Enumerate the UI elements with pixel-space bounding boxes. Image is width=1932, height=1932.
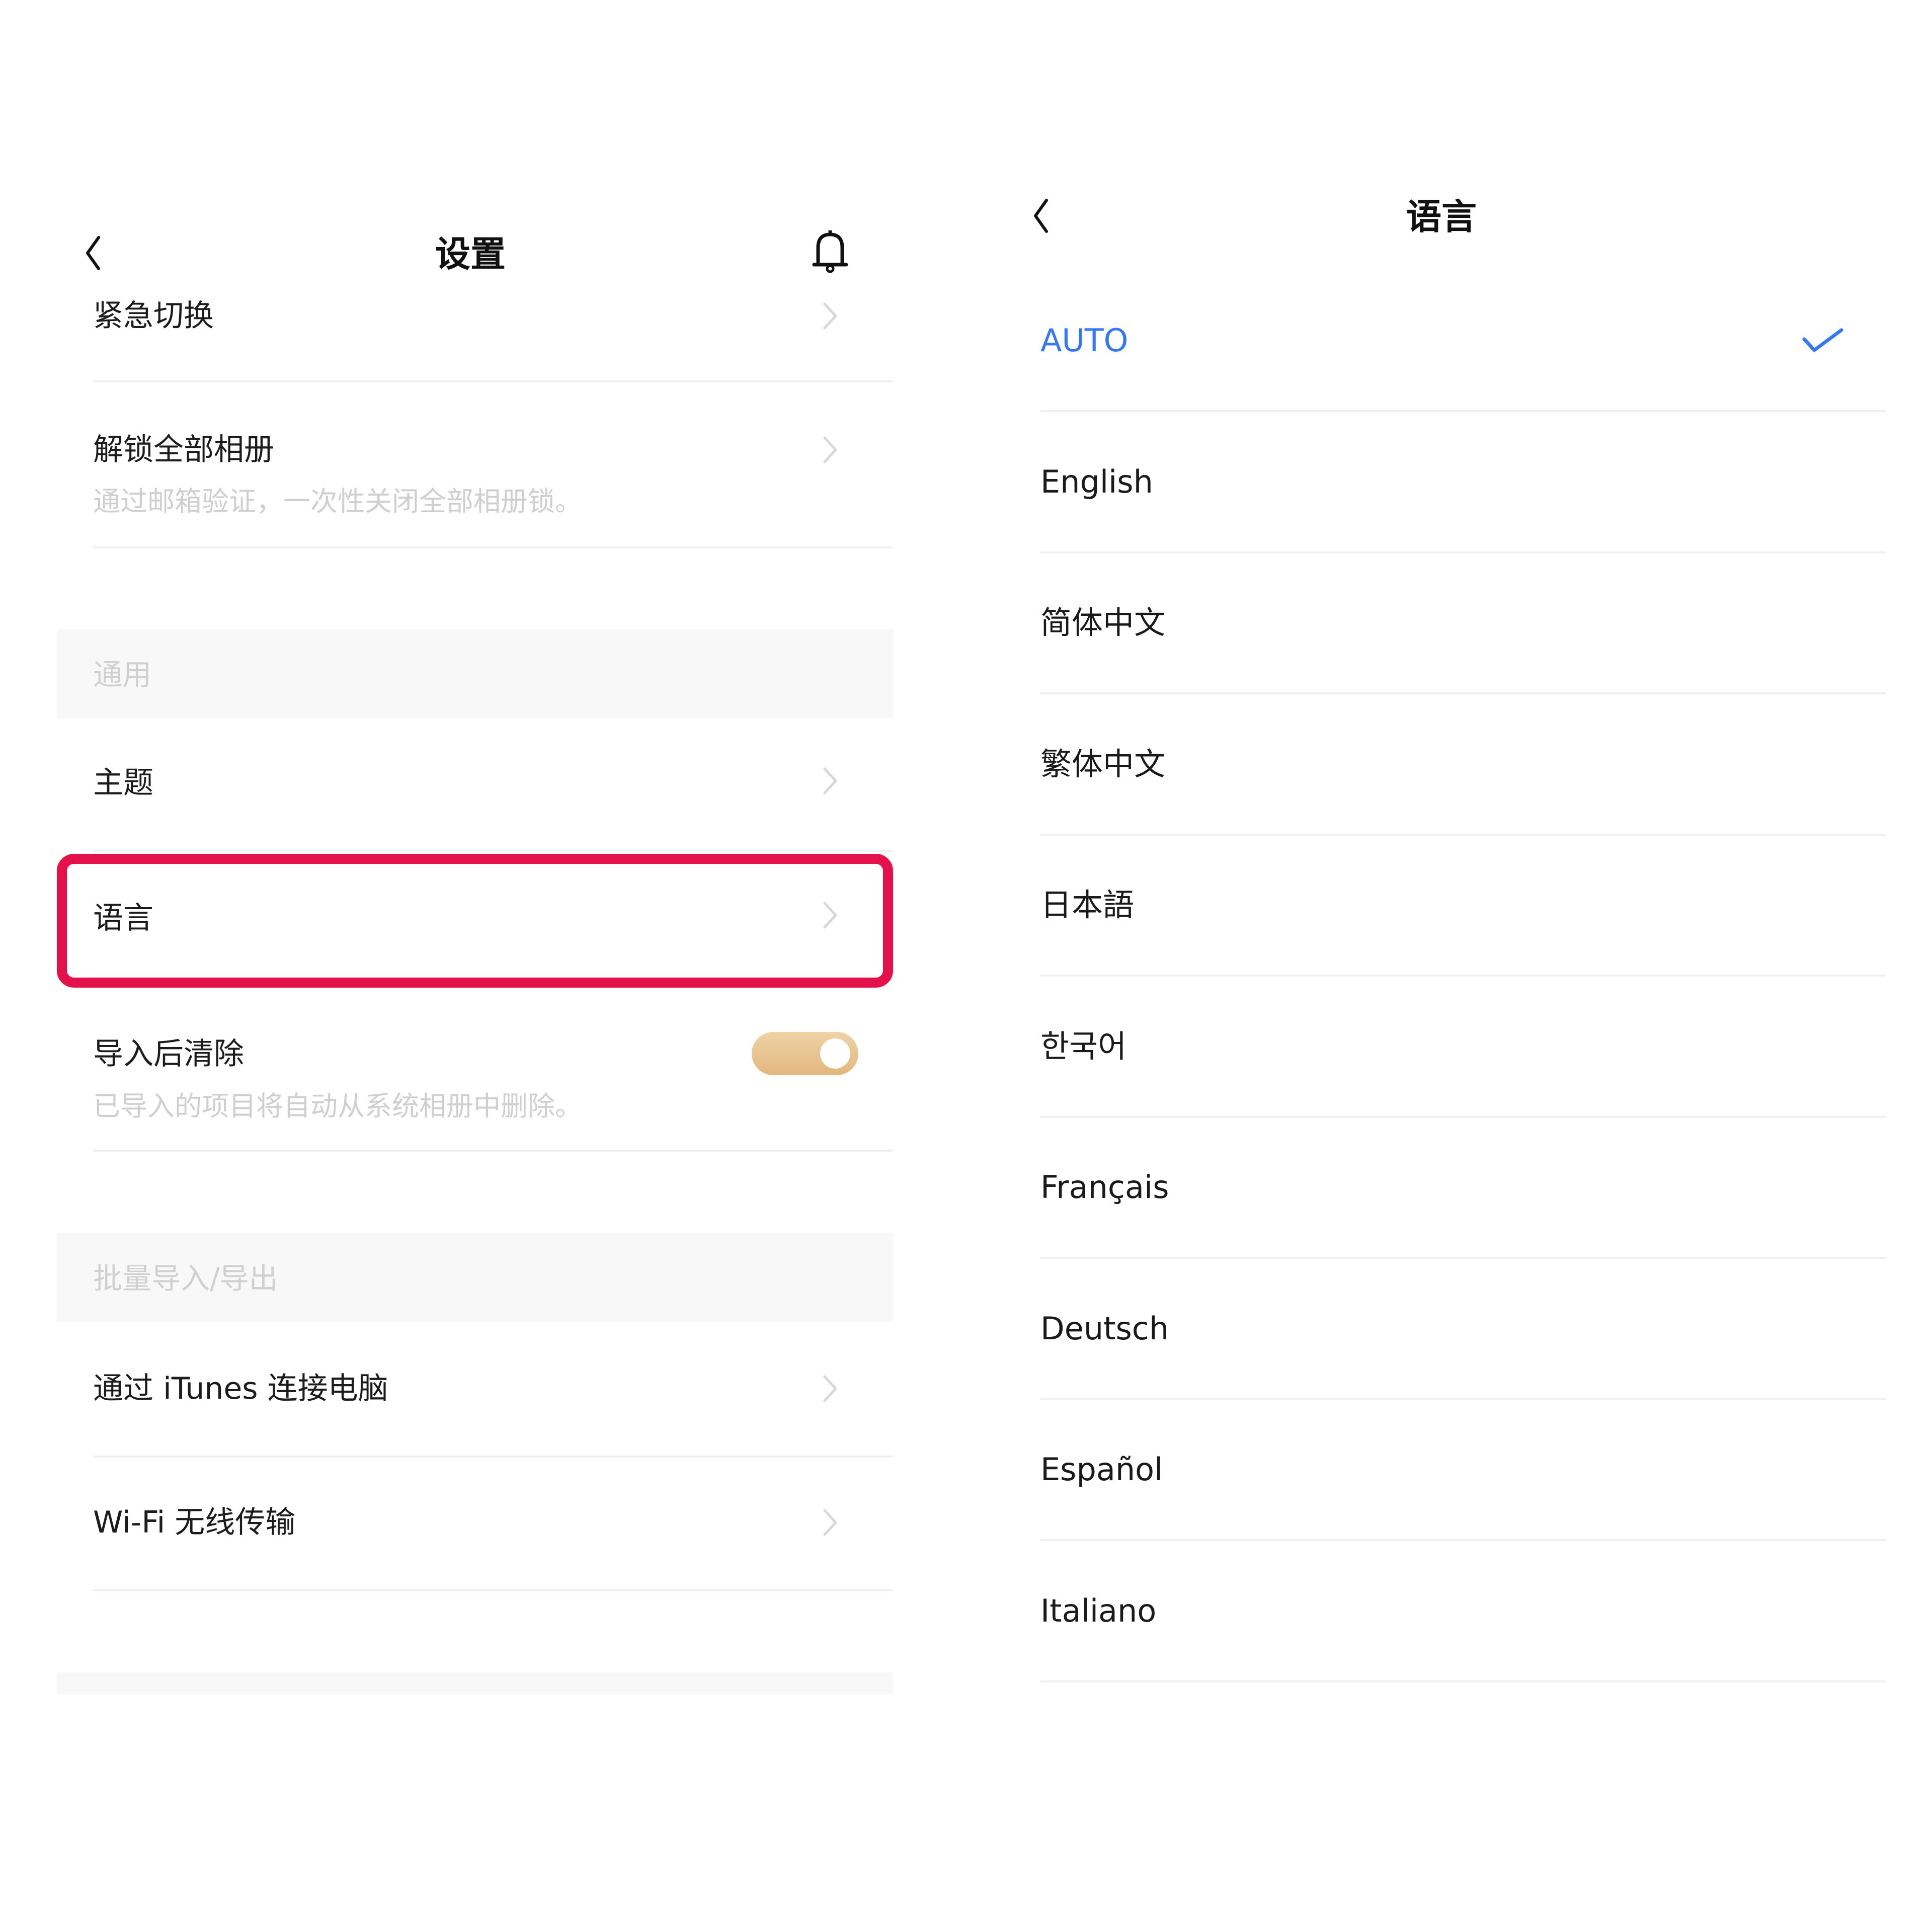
settings-row-wifi-transfer[interactable]: Wi-Fi 无线传输	[57, 1458, 893, 1589]
settings-row-clear-after-import: 导入后清除 已导入的项目将自动从系统相册中删除。	[57, 991, 893, 1150]
row-subtitle: 通过邮箱验证，一次性关闭全部相册锁。	[93, 486, 582, 517]
chevron-right-icon	[823, 436, 837, 463]
row-label: 紧急切换	[93, 298, 214, 334]
language-option[interactable]: Français	[1040, 1119, 1886, 1256]
settings-row-language[interactable]: 语言	[57, 854, 893, 988]
section-label: 通用	[93, 658, 152, 692]
divider	[93, 850, 893, 852]
divider	[1040, 692, 1886, 694]
settings-row-unlock-all-albums[interactable]: 解锁全部相册 通过邮箱验证，一次性关闭全部相册锁。	[57, 383, 893, 545]
divider	[1040, 1257, 1886, 1259]
divider	[93, 1589, 893, 1591]
language-screen: 语言 AUTO English 简体中文繁体中文日本語 한국어 Français Deut…	[986, 0, 1932, 1932]
chevron-right-icon	[823, 767, 837, 794]
language-option[interactable]: 日本語	[1040, 837, 1886, 974]
divider	[93, 546, 893, 548]
language-option[interactable]: Italiano	[1040, 1543, 1886, 1679]
language-option-label: 한국어	[1040, 1028, 1127, 1065]
toggle-knob	[820, 1038, 850, 1069]
language-option-label: Deutsch	[1040, 1310, 1169, 1347]
language-option-label: 简体中文	[1040, 604, 1166, 641]
row-label: Wi-Fi 无线传输	[93, 1505, 296, 1540]
language-option[interactable]: 한국어	[1040, 978, 1886, 1115]
divider	[1040, 1116, 1886, 1118]
language-option[interactable]: 繁体中文	[1040, 696, 1886, 833]
language-option-label: English	[1040, 463, 1153, 500]
section-footer	[57, 1672, 893, 1695]
row-label: 通过 iTunes 连接电脑	[93, 1371, 388, 1406]
row-label: 主题	[93, 765, 153, 800]
language-option[interactable]: Español	[1040, 1401, 1886, 1538]
settings-row-emergency-switch[interactable]: 紧急切换	[57, 282, 893, 380]
settings-screen: 设置 紧急切换 解锁全部相册 通过邮箱验证，一次性关闭全部相册锁。 通用 主题 …	[0, 0, 966, 1932]
section-label: 批量导入/导出	[93, 1261, 278, 1296]
language-option[interactable]: AUTO	[1040, 272, 1886, 409]
row-label: 导入后清除	[93, 1036, 244, 1072]
language-option-label: Italiano	[1040, 1592, 1157, 1629]
page-title: 设置	[435, 233, 506, 275]
divider	[1040, 410, 1886, 412]
divider	[93, 1150, 893, 1152]
settings-row-theme[interactable]: 主题	[57, 725, 893, 850]
language-option-label: 繁体中文	[1040, 746, 1166, 782]
highlight-box	[57, 854, 893, 988]
divider	[1040, 1398, 1886, 1400]
divider	[93, 1456, 893, 1458]
chevron-right-icon	[823, 1509, 837, 1536]
back-chevron-left-icon[interactable]	[1032, 198, 1053, 233]
bell-icon[interactable]	[811, 227, 849, 275]
language-option[interactable]: 简体中文	[1040, 554, 1886, 691]
settings-row-itunes[interactable]: 通过 iTunes 连接电脑	[57, 1323, 893, 1455]
language-option[interactable]: English	[1040, 414, 1886, 550]
chevron-right-icon	[823, 902, 837, 929]
language-option-label: Español	[1040, 1451, 1163, 1488]
checkmark-icon	[1802, 328, 1843, 352]
clear-after-import-toggle[interactable]	[752, 1032, 858, 1075]
section-header-general: 通用	[57, 629, 893, 718]
divider	[1040, 1680, 1886, 1682]
chevron-right-icon	[823, 1375, 837, 1402]
row-subtitle: 已导入的项目将自动从系统相册中删除。	[93, 1090, 582, 1122]
language-option-label: 日本語	[1040, 887, 1135, 923]
divider	[1040, 975, 1886, 977]
chevron-right-icon	[823, 302, 837, 330]
row-label: 解锁全部相册	[93, 432, 274, 467]
language-option[interactable]: Deutsch	[1040, 1260, 1886, 1397]
page-title: 语言	[1406, 196, 1477, 237]
divider	[93, 380, 893, 382]
row-label: 语言	[93, 901, 153, 936]
section-header-batch: 批量导入/导出	[57, 1233, 893, 1322]
divider	[1040, 551, 1886, 553]
language-option-label: AUTO	[1040, 322, 1129, 359]
divider	[1040, 1539, 1886, 1541]
back-chevron-left-icon[interactable]	[85, 235, 105, 271]
divider	[1040, 834, 1886, 836]
language-option-label: Français	[1040, 1169, 1169, 1205]
